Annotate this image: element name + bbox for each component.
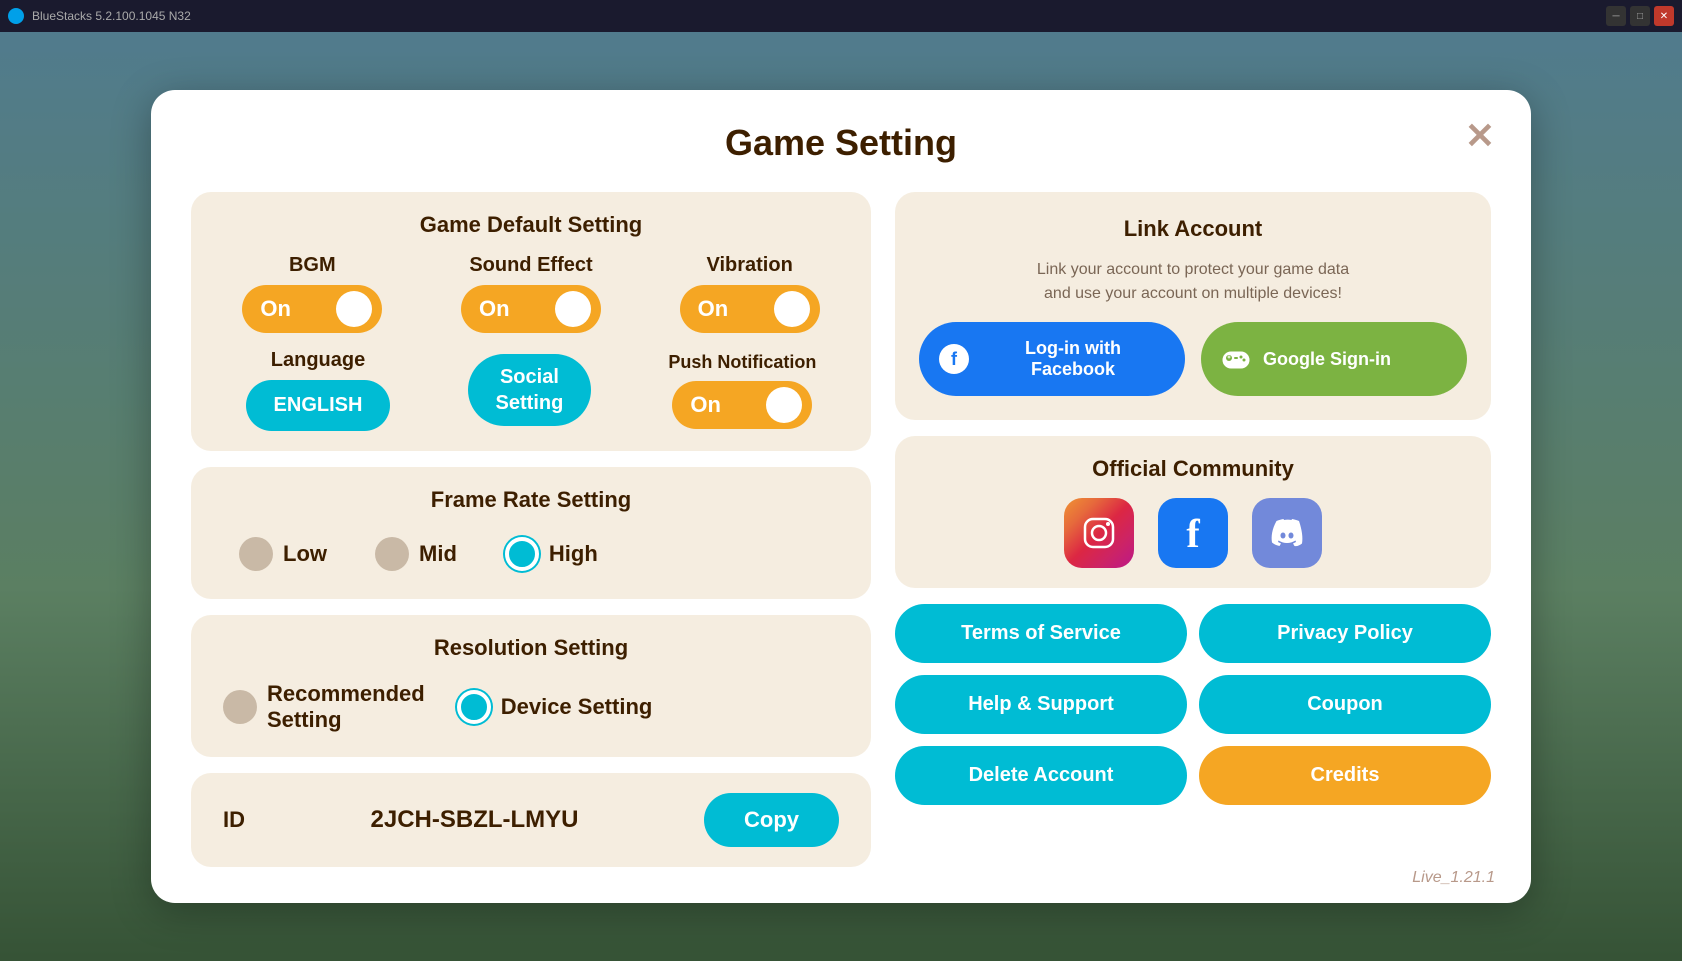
frame-rate-section: Frame Rate Setting Low Mid High	[191, 467, 871, 599]
game-default-section: Game Default Setting BGM On Sound	[191, 192, 871, 451]
modal-close-button[interactable]: ✕	[1465, 118, 1495, 154]
frame-rate-title: Frame Rate Setting	[215, 487, 847, 513]
bgm-label: BGM	[289, 254, 336, 277]
resolution-recommended-label: RecommendedSetting	[267, 681, 425, 733]
help-support-button[interactable]: Help & Support	[895, 675, 1187, 734]
bgm-group: BGM On	[242, 254, 382, 333]
resolution-device-radio	[457, 690, 491, 724]
community-section: Official Community f	[895, 436, 1491, 588]
vibration-state: On	[698, 296, 729, 322]
google-signin-label: Google Sign-in	[1263, 349, 1391, 370]
sound-effect-toggle[interactable]: On	[461, 285, 601, 333]
facebook-community-icon[interactable]: f	[1158, 498, 1228, 568]
frame-rate-mid-radio	[375, 537, 409, 571]
sound-effect-state: On	[479, 296, 510, 322]
resolution-title: Resolution Setting	[215, 635, 847, 661]
social-setting-button[interactable]: Social Setting	[468, 354, 592, 426]
auth-buttons: f Log-in with Facebook	[919, 322, 1467, 396]
frame-rate-low-radio	[239, 537, 273, 571]
vibration-group: Vibration On	[680, 254, 820, 333]
vibration-label: Vibration	[706, 254, 792, 277]
modal-overlay: Game Setting ✕ Game Default Setting BGM …	[0, 32, 1682, 961]
copy-button[interactable]: Copy	[704, 793, 839, 847]
sound-effect-knob	[555, 291, 591, 327]
frame-rate-low-label: Low	[283, 541, 327, 567]
title-bar: BlueStacks 5.2.100.1045 N32 ─ □ ✕	[0, 0, 1682, 32]
community-title: Official Community	[919, 456, 1467, 482]
facebook-icon: f	[939, 344, 969, 374]
action-buttons: Terms of Service Privacy Policy Help & S…	[895, 604, 1491, 805]
sound-effect-group: Sound Effect On	[461, 254, 601, 333]
bgm-toggle[interactable]: On	[242, 285, 382, 333]
language-group: Language ENGLISH	[246, 349, 391, 431]
link-account-title: Link Account	[919, 216, 1467, 242]
google-signin-button[interactable]: Google Sign-in	[1201, 322, 1467, 396]
community-icons: f	[919, 498, 1467, 568]
terms-of-service-button[interactable]: Terms of Service	[895, 604, 1187, 663]
resolution-device[interactable]: Device Setting	[457, 690, 653, 724]
resolution-options: RecommendedSetting Device Setting	[215, 677, 847, 737]
version-text: Live_1.21.1	[1412, 869, 1495, 887]
coupon-button[interactable]: Coupon	[1199, 675, 1491, 734]
toggles-row: BGM On Sound Effect On	[215, 254, 847, 333]
id-section: ID 2JCH-SBZL-LMYU Copy	[191, 773, 871, 867]
window-controls: ─ □ ✕	[1606, 6, 1674, 26]
bluestacks-logo	[8, 8, 24, 24]
frame-rate-mid[interactable]: Mid	[375, 537, 457, 571]
modal-body: Game Default Setting BGM On Sound	[191, 192, 1491, 867]
frame-rate-options: Low Mid High	[215, 529, 847, 579]
window-close-button[interactable]: ✕	[1654, 6, 1674, 26]
modal-title: Game Setting	[191, 122, 1491, 164]
frame-rate-high-radio	[505, 537, 539, 571]
language-label: Language	[271, 349, 365, 372]
credits-button[interactable]: Credits	[1199, 746, 1491, 805]
resolution-recommended[interactable]: RecommendedSetting	[223, 681, 425, 733]
link-account-description: Link your account to protect your game d…	[919, 258, 1467, 306]
push-notification-toggle[interactable]: On	[672, 381, 812, 429]
language-button[interactable]: ENGLISH	[246, 380, 391, 431]
app-title: BlueStacks 5.2.100.1045 N32	[32, 9, 191, 23]
instagram-icon[interactable]	[1064, 498, 1134, 568]
push-notification-state: On	[690, 392, 721, 418]
facebook-login-button[interactable]: f Log-in with Facebook	[919, 322, 1185, 396]
push-notification-knob	[766, 387, 802, 423]
delete-account-button[interactable]: Delete Account	[895, 746, 1187, 805]
discord-icon[interactable]	[1252, 498, 1322, 568]
maximize-button[interactable]: □	[1630, 6, 1650, 26]
push-notification-group: Push Notification On	[668, 352, 816, 429]
frame-rate-mid-label: Mid	[419, 541, 457, 567]
game-default-title: Game Default Setting	[215, 212, 847, 238]
push-notification-label: Push Notification	[668, 352, 816, 373]
right-panel: Link Account Link your account to protec…	[895, 192, 1491, 867]
resolution-recommended-radio	[223, 690, 257, 724]
frame-rate-high-label: High	[549, 541, 598, 567]
bgm-knob	[336, 291, 372, 327]
sound-effect-label: Sound Effect	[469, 254, 592, 277]
vibration-knob	[774, 291, 810, 327]
gamepad-icon	[1221, 344, 1251, 374]
bottom-controls: Language ENGLISH Social Setting Push Not…	[215, 349, 847, 431]
privacy-policy-button[interactable]: Privacy Policy	[1199, 604, 1491, 663]
frame-rate-high[interactable]: High	[505, 537, 598, 571]
id-value: 2JCH-SBZL-LMYU	[261, 806, 688, 834]
id-label: ID	[223, 807, 245, 833]
resolution-section: Resolution Setting RecommendedSetting De…	[191, 615, 871, 757]
vibration-toggle[interactable]: On	[680, 285, 820, 333]
game-setting-modal: Game Setting ✕ Game Default Setting BGM …	[151, 90, 1531, 903]
bgm-state: On	[260, 296, 291, 322]
left-panel: Game Default Setting BGM On Sound	[191, 192, 871, 867]
minimize-button[interactable]: ─	[1606, 6, 1626, 26]
link-account-section: Link Account Link your account to protec…	[895, 192, 1491, 420]
facebook-login-label: Log-in with Facebook	[981, 338, 1165, 380]
resolution-device-label: Device Setting	[501, 694, 653, 720]
frame-rate-low[interactable]: Low	[239, 537, 327, 571]
